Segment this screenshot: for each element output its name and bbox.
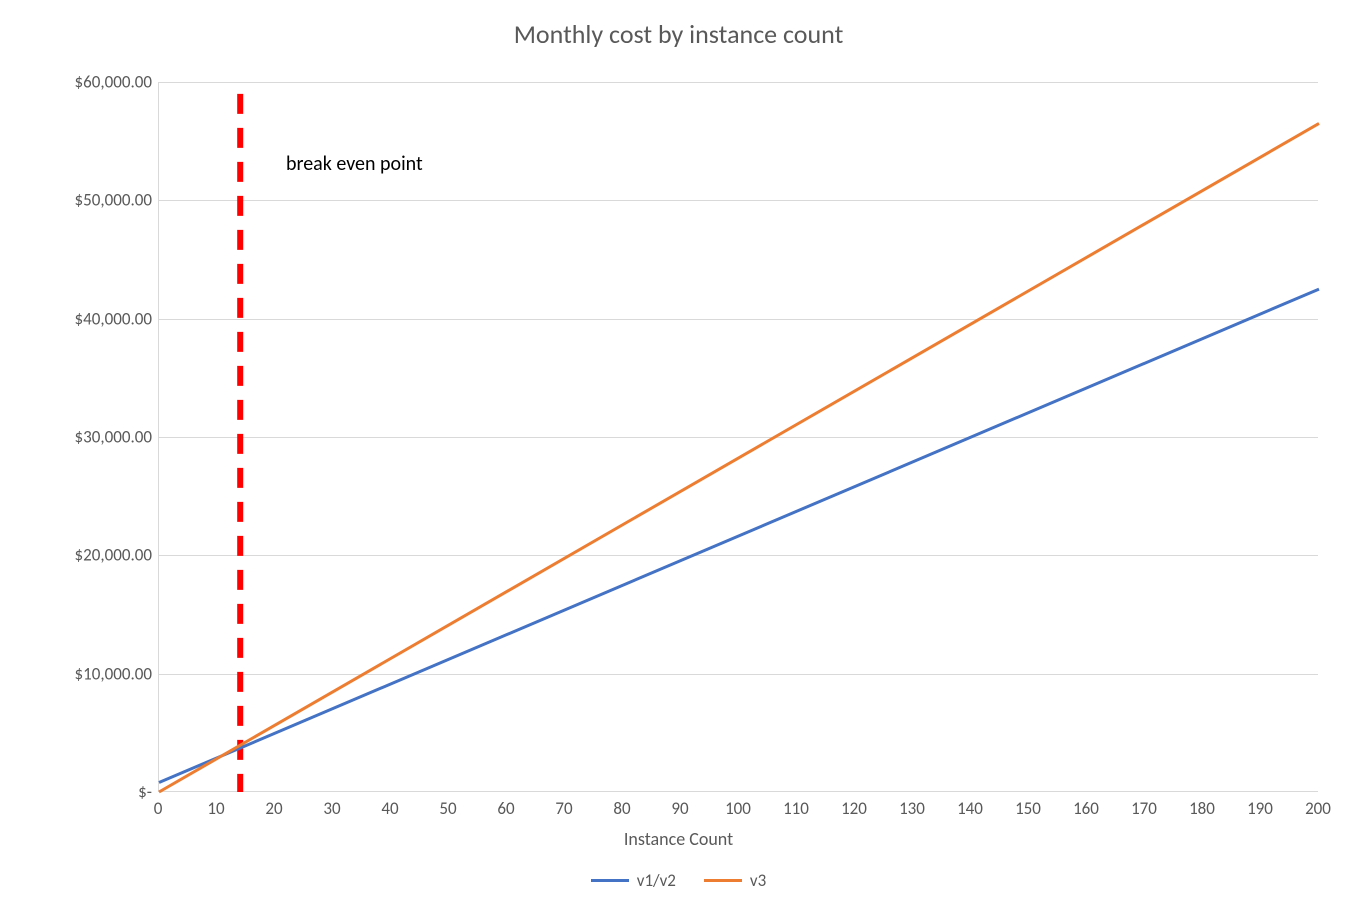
x-tick-label: 190: [1240, 798, 1280, 819]
x-axis-label: Instance Count: [0, 828, 1357, 850]
y-tick-label: $10,000.00: [22, 663, 152, 684]
x-tick-label: 90: [660, 798, 700, 819]
x-tick-label: 150: [1008, 798, 1048, 819]
x-tick-label: 80: [602, 798, 642, 819]
y-tick-label: $-: [22, 782, 152, 803]
legend-swatch: [704, 879, 742, 882]
plot-area: break even point: [158, 82, 1318, 792]
y-tick-label: $50,000.00: [22, 190, 152, 211]
break-even-annotation: break even point: [286, 152, 423, 176]
y-tick-label: $60,000.00: [22, 72, 152, 93]
y-tick-label: $40,000.00: [22, 308, 152, 329]
legend-label: v1/v2: [637, 870, 676, 891]
x-tick-label: 20: [254, 798, 294, 819]
x-tick-label: 170: [1124, 798, 1164, 819]
series-line-v3: [159, 123, 1319, 792]
y-tick-label: $20,000.00: [22, 545, 152, 566]
legend-label: v3: [750, 870, 766, 891]
x-tick-label: 120: [834, 798, 874, 819]
x-tick-label: 40: [370, 798, 410, 819]
legend-swatch: [591, 879, 629, 882]
chart-title: Monthly cost by instance count: [0, 18, 1357, 50]
x-tick-label: 10: [196, 798, 236, 819]
legend-item-v1v2: v1/v2: [591, 870, 676, 891]
plot-svg: [159, 82, 1319, 792]
x-tick-label: 140: [950, 798, 990, 819]
chart-container: Monthly cost by instance count $- $10,00…: [0, 0, 1357, 915]
series-line-v1v2: [159, 289, 1319, 782]
x-tick-label: 180: [1182, 798, 1222, 819]
x-tick-label: 50: [428, 798, 468, 819]
y-tick-label: $30,000.00: [22, 427, 152, 448]
x-tick-label: 0: [138, 798, 178, 819]
x-tick-label: 30: [312, 798, 352, 819]
x-tick-label: 200: [1298, 798, 1338, 819]
x-tick-label: 70: [544, 798, 584, 819]
x-tick-label: 130: [892, 798, 932, 819]
x-tick-label: 160: [1066, 798, 1106, 819]
x-tick-label: 100: [718, 798, 758, 819]
x-tick-label: 110: [776, 798, 816, 819]
legend: v1/v2 v3: [0, 870, 1357, 891]
legend-item-v3: v3: [704, 870, 766, 891]
x-tick-label: 60: [486, 798, 526, 819]
